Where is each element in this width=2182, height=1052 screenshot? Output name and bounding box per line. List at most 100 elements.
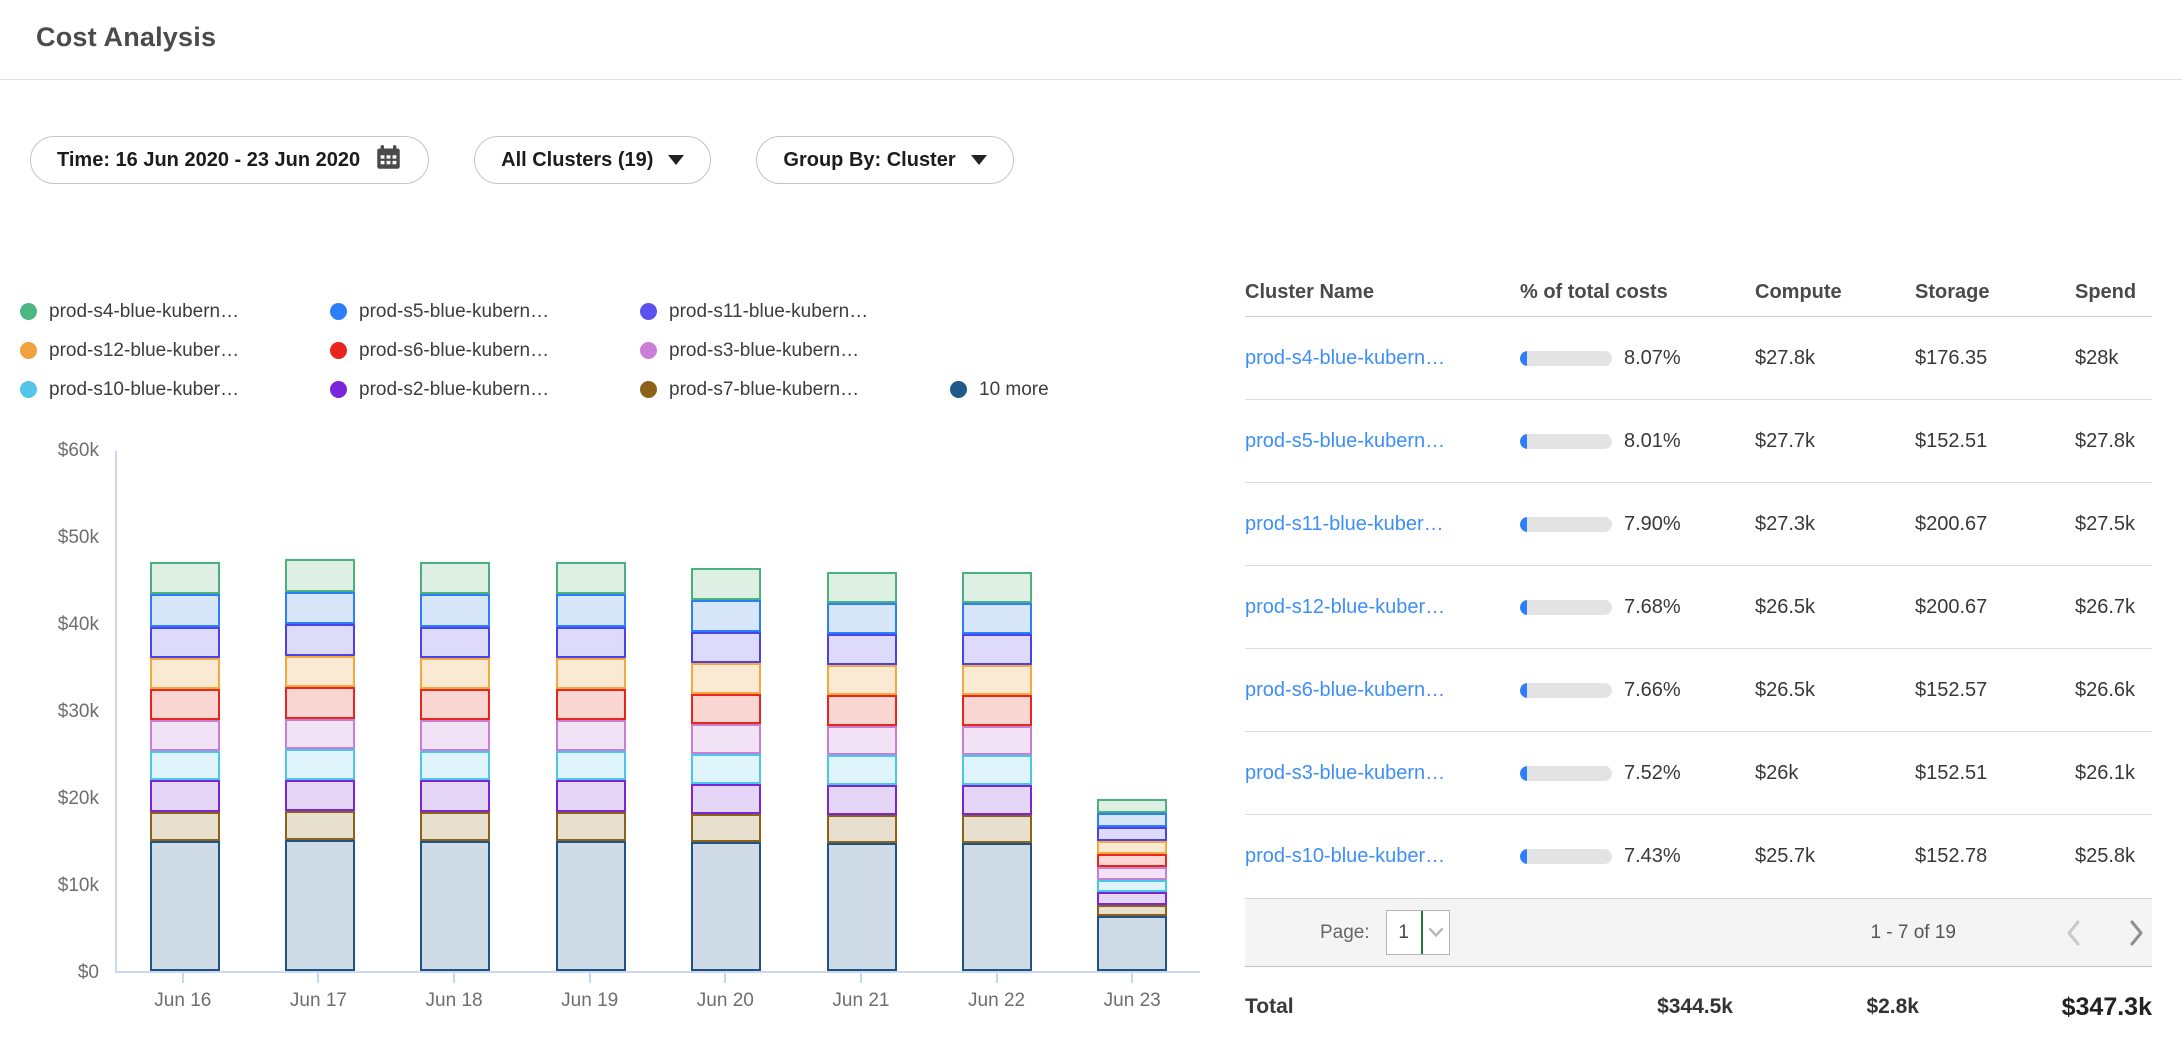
bar-segment[interactable] [827, 755, 897, 785]
next-page-button[interactable] [2127, 918, 2146, 948]
cluster-name-link[interactable]: prod-s10-blue-kuber… [1245, 845, 1520, 868]
legend-item[interactable]: prod-s6-blue-kubern… [330, 340, 578, 362]
legend-item[interactable]: prod-s3-blue-kubern… [640, 340, 888, 362]
bar-segment[interactable] [962, 572, 1032, 603]
bar-segment[interactable] [962, 843, 1032, 971]
bar-segment[interactable] [285, 840, 355, 971]
bar-segment[interactable] [691, 842, 761, 971]
bar-segment[interactable] [420, 751, 490, 781]
bar-segment[interactable] [691, 568, 761, 600]
bar-segment[interactable] [150, 658, 220, 689]
bar-segment[interactable] [1097, 827, 1167, 841]
bar-segment[interactable] [285, 719, 355, 749]
bar-segment[interactable] [1097, 892, 1167, 905]
bar-segment[interactable] [827, 572, 897, 603]
cluster-name-link[interactable]: prod-s3-blue-kubern… [1245, 762, 1520, 785]
bar-segment[interactable] [556, 562, 626, 594]
bar-segment[interactable] [420, 812, 490, 841]
bar-segment[interactable] [556, 751, 626, 781]
bar-segment[interactable] [556, 689, 626, 720]
cluster-name-link[interactable]: prod-s5-blue-kubern… [1245, 430, 1520, 453]
bar-segment[interactable] [150, 780, 220, 811]
clusters-filter-dropdown[interactable]: All Clusters (19) [474, 136, 711, 184]
bar-segment[interactable] [691, 694, 761, 724]
bar-segment[interactable] [556, 594, 626, 626]
bar-segment[interactable] [1097, 880, 1167, 892]
bar-segment[interactable] [1097, 841, 1167, 854]
bar-segment[interactable] [420, 594, 490, 626]
bar-segment[interactable] [827, 603, 897, 634]
bar-segment[interactable] [556, 658, 626, 689]
group-by-dropdown[interactable]: Group By: Cluster [756, 136, 1013, 184]
bar-segment[interactable] [962, 603, 1032, 634]
cluster-name-link[interactable]: prod-s6-blue-kubern… [1245, 679, 1520, 702]
legend-item[interactable]: 10 more [950, 379, 1049, 401]
page-select[interactable]: 1 [1386, 910, 1450, 955]
bar-segment[interactable] [691, 784, 761, 814]
bar-segment[interactable] [962, 695, 1032, 725]
bar-segment[interactable] [285, 811, 355, 840]
legend-item[interactable]: prod-s7-blue-kubern… [640, 379, 888, 401]
bar-segment[interactable] [962, 755, 1032, 785]
bar-segment[interactable] [420, 780, 490, 811]
legend-item[interactable]: prod-s5-blue-kubern… [330, 301, 578, 323]
bar-segment[interactable] [827, 785, 897, 815]
bar-segment[interactable] [150, 751, 220, 781]
bar-segment[interactable] [150, 689, 220, 720]
bar-segment[interactable] [691, 724, 761, 754]
bar-segment[interactable] [827, 695, 897, 725]
bar-segment[interactable] [420, 689, 490, 720]
bar-segment[interactable] [420, 841, 490, 972]
bar-segment[interactable] [962, 634, 1032, 664]
bar-segment[interactable] [827, 815, 897, 843]
bar-segment[interactable] [827, 634, 897, 664]
bar-segment[interactable] [691, 663, 761, 693]
bar-segment[interactable] [962, 815, 1032, 843]
prev-page-button[interactable] [2064, 918, 2083, 948]
bar-segment[interactable] [1097, 905, 1167, 916]
time-range-filter[interactable]: Time: 16 Jun 2020 - 23 Jun 2020 [30, 136, 429, 184]
bar-segment[interactable] [150, 812, 220, 841]
bar-segment[interactable] [285, 749, 355, 779]
legend-item[interactable]: prod-s2-blue-kubern… [330, 379, 578, 401]
cluster-name-link[interactable]: prod-s11-blue-kuber… [1245, 513, 1520, 536]
bar-segment[interactable] [1097, 916, 1167, 971]
bar-segment[interactable] [285, 592, 355, 624]
bar-segment[interactable] [150, 841, 220, 972]
bar-segment[interactable] [150, 594, 220, 626]
bar-segment[interactable] [285, 687, 355, 718]
cluster-name-link[interactable]: prod-s12-blue-kuber… [1245, 596, 1520, 619]
bar-segment[interactable] [962, 785, 1032, 815]
bar-segment[interactable] [962, 726, 1032, 756]
bar-segment[interactable] [691, 754, 761, 784]
bar-segment[interactable] [1097, 854, 1167, 867]
bar-segment[interactable] [556, 720, 626, 750]
bar-segment[interactable] [691, 814, 761, 842]
bar-segment[interactable] [420, 658, 490, 689]
bar-segment[interactable] [1097, 813, 1167, 827]
legend-item[interactable]: prod-s12-blue-kuber… [20, 340, 268, 362]
bar-segment[interactable] [285, 656, 355, 687]
bar-segment[interactable] [827, 665, 897, 695]
bar-segment[interactable] [285, 780, 355, 811]
bar-segment[interactable] [150, 720, 220, 750]
bar-segment[interactable] [420, 720, 490, 750]
bar-segment[interactable] [150, 562, 220, 594]
bar-segment[interactable] [556, 780, 626, 811]
bar-segment[interactable] [420, 562, 490, 594]
bar-segment[interactable] [150, 627, 220, 658]
cluster-name-link[interactable]: prod-s4-blue-kubern… [1245, 347, 1520, 370]
bar-segment[interactable] [285, 559, 355, 592]
bar-segment[interactable] [691, 632, 761, 663]
bar-segment[interactable] [962, 665, 1032, 695]
bar-segment[interactable] [285, 624, 355, 656]
legend-item[interactable]: prod-s10-blue-kuber… [20, 379, 268, 401]
bar-segment[interactable] [1097, 799, 1167, 813]
bar-segment[interactable] [556, 841, 626, 972]
bar-segment[interactable] [827, 726, 897, 756]
bar-segment[interactable] [691, 600, 761, 631]
bar-segment[interactable] [827, 843, 897, 971]
bar-segment[interactable] [556, 812, 626, 841]
legend-item[interactable]: prod-s4-blue-kubern… [20, 301, 268, 323]
legend-item[interactable]: prod-s11-blue-kubern… [640, 301, 888, 323]
